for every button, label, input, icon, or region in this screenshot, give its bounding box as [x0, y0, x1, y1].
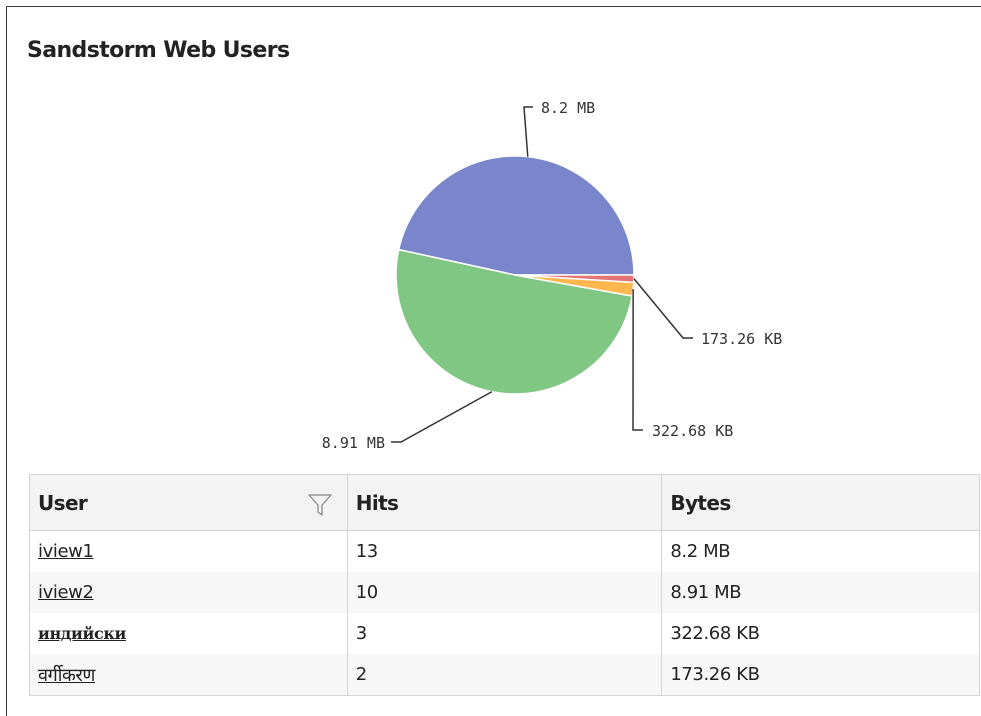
user-cell: индийски — [29, 613, 348, 654]
pie-data-label: 8.2 MB — [541, 99, 595, 117]
user-cell: iview1 — [29, 530, 348, 572]
table-row: индийски 3 322.68 KB — [29, 613, 980, 654]
user-link[interactable]: iview1 — [38, 541, 94, 562]
pie-data-label: 173.26 KB — [701, 330, 782, 348]
column-header-hits[interactable]: Hits — [346, 474, 663, 531]
hits-cell: 3 — [346, 613, 663, 654]
pie-chart: 8.2 MB 8.91 MB 322.68 KB 173.26 KB — [322, 99, 783, 452]
pie-data-label: 8.91 MB — [322, 434, 385, 452]
column-header-user[interactable]: User — [29, 474, 348, 531]
column-header-bytes[interactable]: Bytes — [661, 474, 980, 531]
user-link[interactable]: वर्गीकरण — [38, 665, 95, 686]
user-cell: iview2 — [29, 572, 348, 613]
users-table: User Hits Bytes iview1 13 8.2 MB iview2 … — [29, 474, 980, 696]
user-cell: वर्गीकरण — [29, 654, 348, 696]
pie-leader-line — [633, 278, 693, 339]
bytes-cell: 8.91 MB — [661, 572, 980, 613]
column-header-label: User — [38, 490, 88, 515]
pie-data-label: 322.68 KB — [652, 422, 733, 440]
table-header-row: User Hits Bytes — [29, 474, 980, 531]
hits-cell: 2 — [346, 654, 663, 696]
table-row: वर्गीकरण 2 173.26 KB — [29, 654, 980, 696]
filter-funnel-icon[interactable] — [307, 492, 333, 518]
user-link[interactable]: iview2 — [38, 582, 94, 603]
table-row: iview1 13 8.2 MB — [29, 530, 980, 572]
pie-leader-line — [523, 106, 533, 157]
hits-cell: 13 — [346, 530, 663, 572]
bytes-cell: 322.68 KB — [661, 613, 980, 654]
bytes-cell: 8.2 MB — [661, 530, 980, 572]
pie-leader-line — [391, 391, 493, 443]
bytes-cell: 173.26 KB — [661, 654, 980, 696]
hits-cell: 10 — [346, 572, 663, 613]
table-row: iview2 10 8.91 MB — [29, 572, 980, 613]
pie-leader-line — [632, 289, 643, 431]
user-link[interactable]: индийски — [38, 624, 126, 643]
